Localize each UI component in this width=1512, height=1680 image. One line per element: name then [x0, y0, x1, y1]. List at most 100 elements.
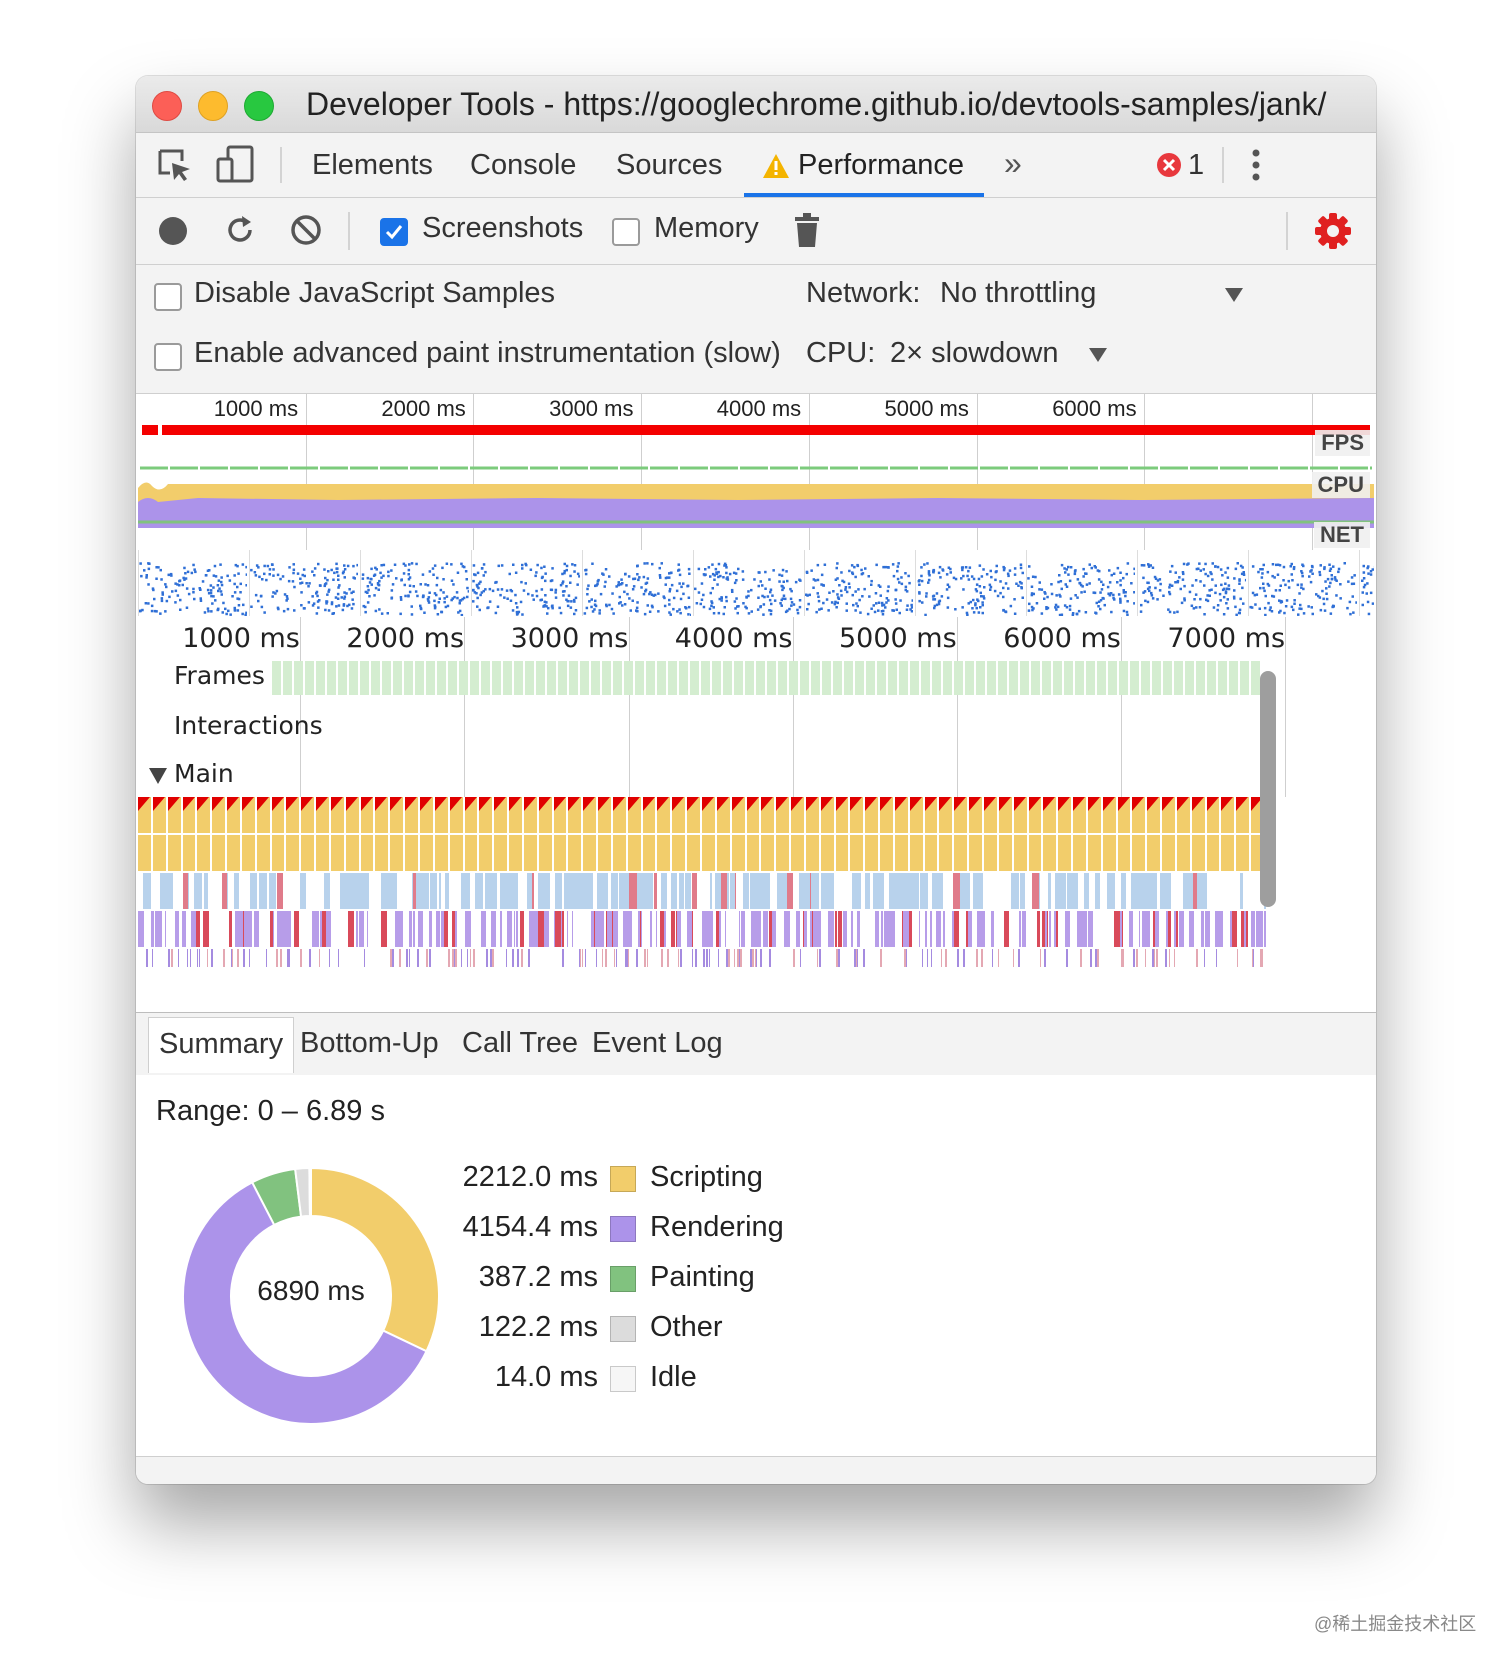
long-task-block[interactable] [271, 797, 285, 833]
long-task-block[interactable] [731, 797, 745, 833]
render-event-block[interactable] [637, 911, 641, 947]
layout-event-block[interactable] [660, 873, 667, 909]
paint-event-block[interactable] [486, 949, 488, 967]
layout-event-block[interactable] [1048, 873, 1052, 909]
render-event-block[interactable] [417, 911, 424, 947]
tab-elements[interactable]: Elements [312, 149, 433, 182]
render-event-block[interactable] [1154, 911, 1159, 947]
paint-event-block[interactable] [752, 949, 754, 967]
record-button[interactable] [158, 216, 188, 251]
paint-event-block[interactable] [276, 949, 278, 967]
zoom-window-button[interactable] [244, 91, 274, 121]
layout-event-block[interactable] [622, 873, 630, 909]
long-task-block[interactable] [612, 797, 626, 833]
error-count[interactable]: 1 [1188, 149, 1204, 182]
render-event-block[interactable] [676, 911, 678, 947]
function-call-block[interactable] [375, 835, 389, 871]
render-event-block[interactable] [138, 911, 144, 947]
layout-event-block[interactable] [640, 873, 645, 909]
paint-event-block[interactable] [406, 949, 408, 967]
long-task-block[interactable] [1236, 797, 1250, 833]
long-task-block[interactable] [301, 797, 315, 833]
function-call-block[interactable] [1028, 835, 1042, 871]
paint-event-block[interactable] [265, 949, 268, 967]
function-call-block[interactable] [464, 835, 478, 871]
render-event-block[interactable] [783, 911, 790, 947]
render-event-block[interactable] [774, 911, 777, 947]
layout-event-block[interactable] [811, 873, 819, 909]
long-task-block[interactable] [805, 797, 819, 833]
render-event-block[interactable] [1253, 911, 1255, 947]
flame-chart[interactable]: 1000 ms 2000 ms 3000 ms 4000 ms 5000 ms 6000 … [136, 617, 1376, 967]
function-call-block[interactable] [434, 835, 448, 871]
paint-event-block[interactable] [392, 949, 394, 967]
long-task-block[interactable] [702, 797, 715, 833]
render-event-block[interactable] [874, 911, 880, 947]
function-call-block[interactable] [909, 835, 923, 871]
paint-event-block[interactable] [399, 949, 401, 967]
render-event-block[interactable] [397, 911, 404, 947]
paint-event-block[interactable] [280, 949, 282, 967]
layout-event-block[interactable] [919, 873, 928, 909]
layout-event-block[interactable] [545, 873, 551, 909]
layout-event-block[interactable] [1019, 873, 1025, 909]
function-call-block[interactable] [612, 835, 626, 871]
render-event-block[interactable] [704, 911, 709, 947]
function-call-block[interactable] [672, 835, 686, 871]
paint-event-block[interactable] [211, 949, 213, 967]
long-task-block[interactable] [212, 797, 226, 833]
long-task-block[interactable] [598, 797, 611, 833]
function-call-block[interactable] [1058, 835, 1072, 871]
long-task-block[interactable] [820, 797, 834, 833]
render-event-block[interactable] [850, 911, 854, 947]
function-call-block[interactable] [1073, 835, 1086, 871]
render-event-block[interactable] [1201, 911, 1204, 947]
render-event-block[interactable] [1142, 911, 1147, 947]
render-event-block[interactable] [741, 911, 746, 947]
long-task-block[interactable] [1028, 797, 1042, 833]
function-call-block[interactable] [301, 835, 315, 871]
render-event-block[interactable] [561, 911, 565, 947]
timeline-overview[interactable]: 1000 ms 2000 ms 3000 ms 4000 ms 5000 ms 6000 … [138, 394, 1374, 616]
paint-event-block[interactable] [337, 949, 340, 967]
long-task-block[interactable] [776, 797, 790, 833]
paint-event-block[interactable] [1168, 949, 1171, 967]
render-event-block[interactable] [1088, 911, 1094, 947]
paint-event-block[interactable] [528, 949, 530, 967]
function-call-block[interactable] [1087, 835, 1101, 871]
paint-event-block[interactable] [1156, 949, 1158, 967]
layout-event-block[interactable] [556, 873, 563, 909]
function-call-block[interactable] [716, 835, 730, 871]
layout-event-block[interactable] [1154, 873, 1157, 909]
long-task-block[interactable] [1132, 797, 1146, 833]
render-event-block[interactable] [312, 911, 316, 947]
paint-event-block[interactable] [981, 949, 983, 967]
function-call-block[interactable] [405, 835, 418, 871]
render-event-block[interactable] [977, 911, 982, 947]
render-event-block[interactable] [1232, 911, 1238, 947]
function-call-block[interactable] [479, 835, 493, 871]
function-call-block[interactable] [984, 835, 997, 871]
paint-event-block[interactable] [1153, 949, 1156, 967]
clear-icon[interactable] [290, 214, 322, 251]
layout-event-block[interactable] [277, 873, 284, 909]
render-event-block[interactable] [883, 911, 888, 947]
function-call-block[interactable] [449, 835, 463, 871]
paint-event-block[interactable] [512, 949, 514, 967]
paint-event-block[interactable] [703, 949, 705, 967]
render-event-block[interactable] [1036, 911, 1041, 947]
long-task-block[interactable] [167, 797, 181, 833]
function-call-block[interactable] [420, 835, 433, 871]
function-call-block[interactable] [954, 835, 968, 871]
function-call-block[interactable] [894, 835, 908, 871]
function-call-block[interactable] [1221, 835, 1235, 871]
reload-record-icon[interactable] [224, 214, 256, 251]
render-event-block[interactable] [520, 911, 525, 947]
layout-event-block[interactable] [760, 873, 768, 909]
long-task-block[interactable] [1117, 797, 1131, 833]
render-event-block[interactable] [516, 911, 519, 947]
long-task-block[interactable] [835, 797, 849, 833]
render-event-block[interactable] [1259, 911, 1262, 947]
paint-event-block[interactable] [760, 949, 762, 967]
render-event-block[interactable] [595, 911, 601, 947]
